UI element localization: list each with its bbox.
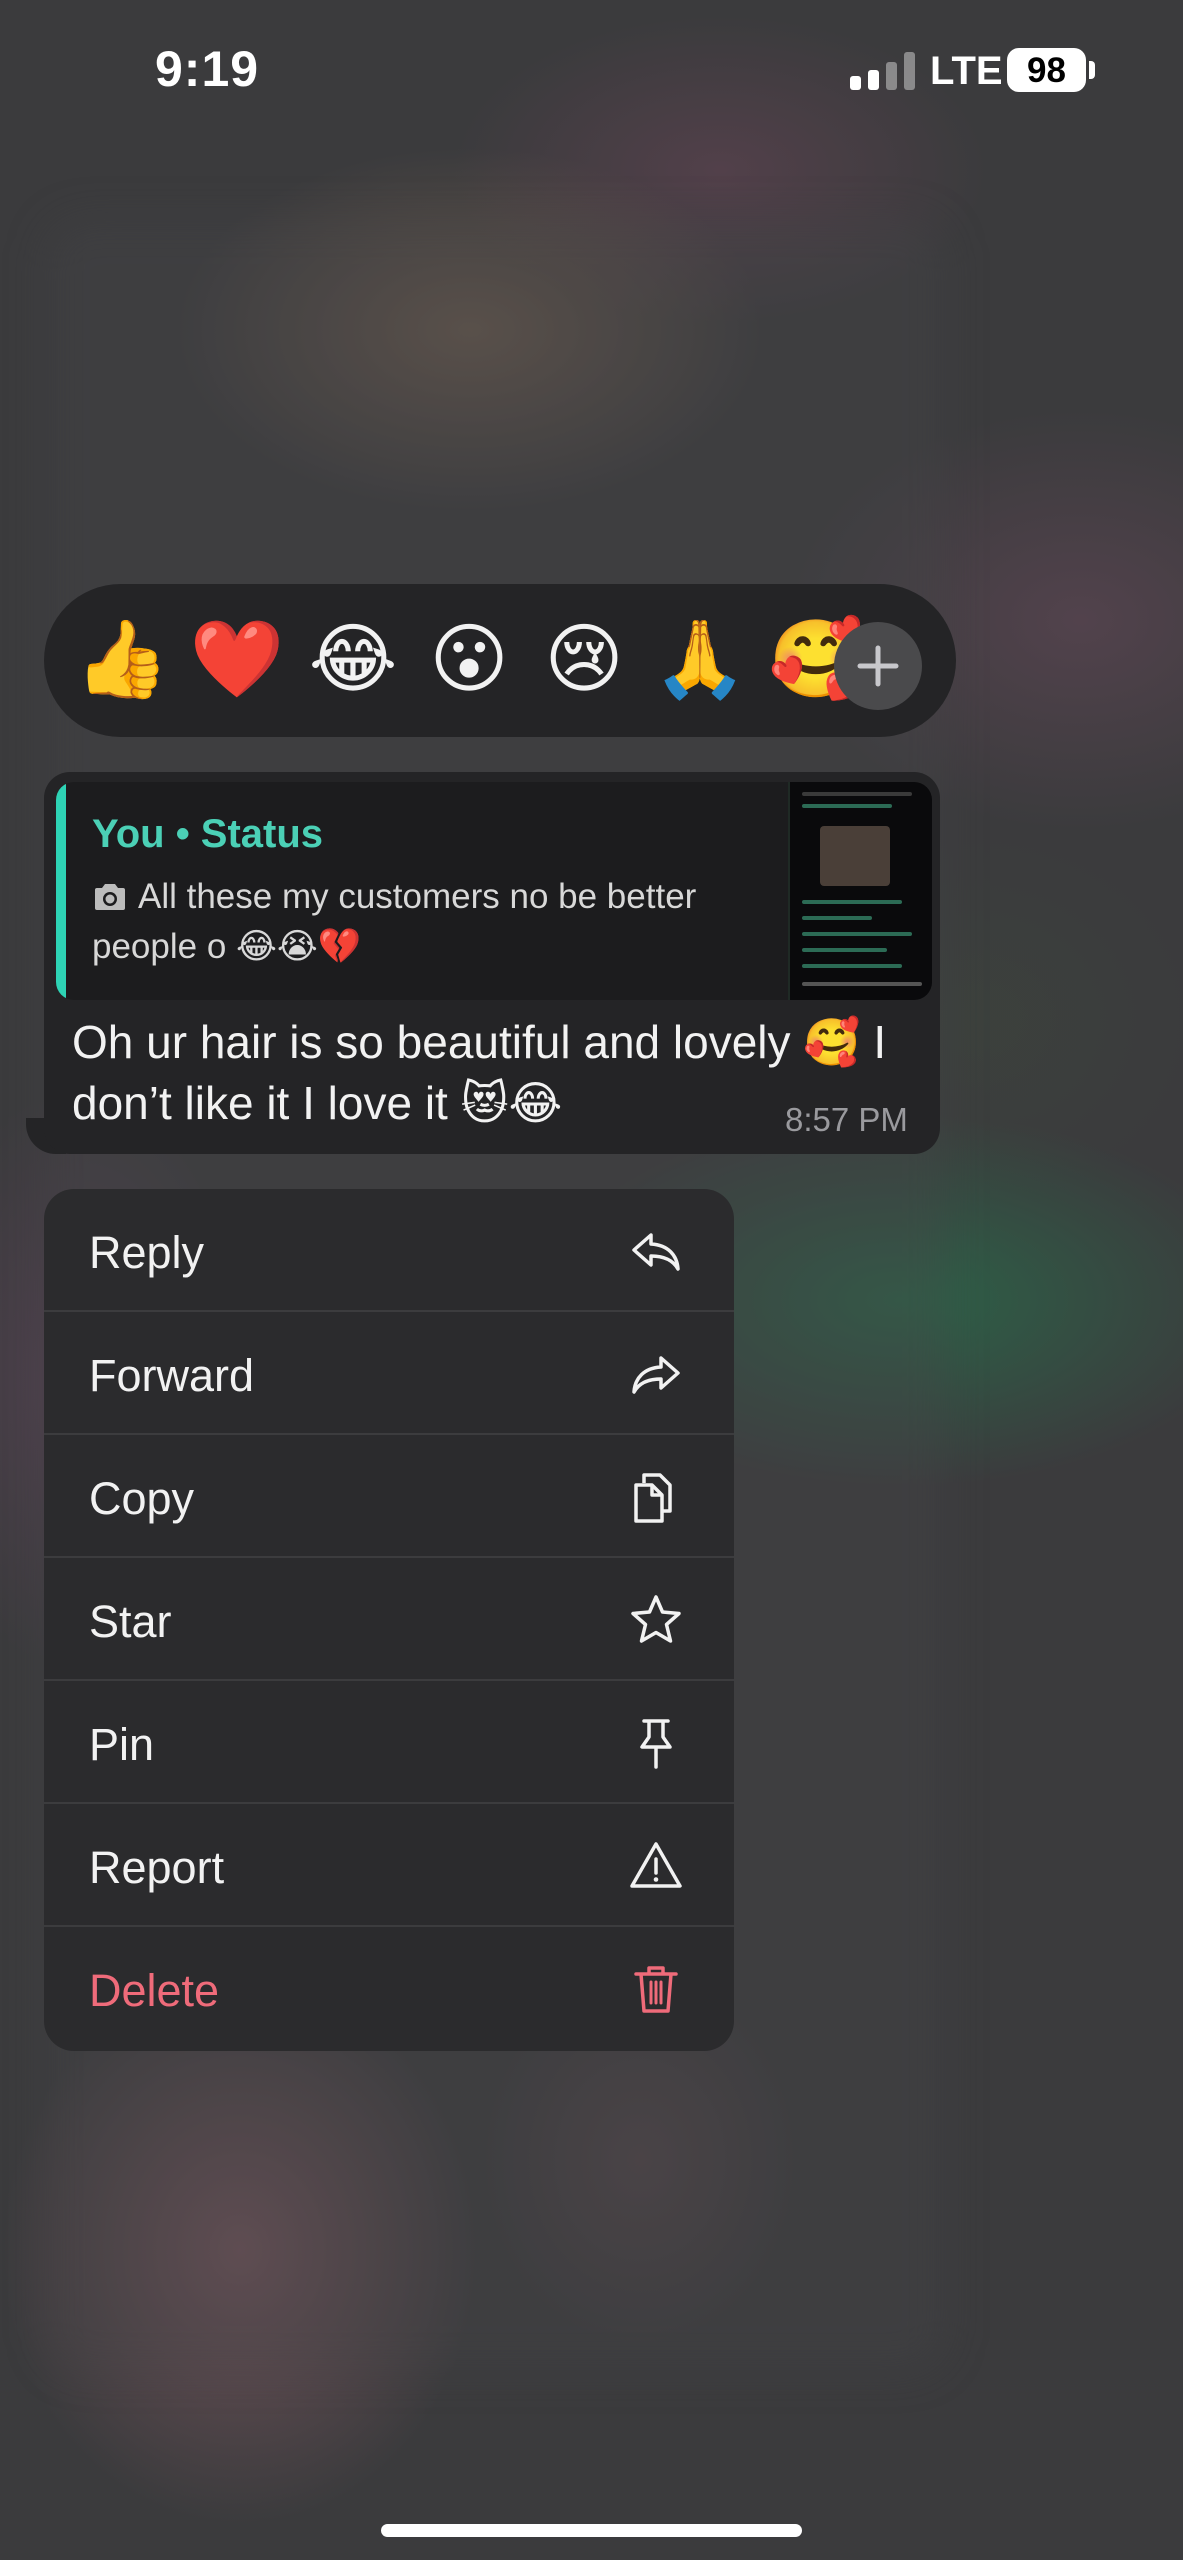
star-icon: [631, 1595, 681, 1643]
reaction-heart[interactable]: ❤️: [187, 610, 287, 710]
quoted-status[interactable]: You • Status All these my customers no b…: [56, 782, 932, 1000]
pin-icon: [640, 1719, 672, 1769]
context-menu: Reply Forward Copy Star Pin Report Delet…: [44, 1189, 734, 2051]
menu-item-label: Star: [89, 1596, 172, 1647]
camera-icon: [95, 884, 125, 910]
status-bar: 9:19 LTE 98: [0, 0, 1183, 140]
menu-item-delete[interactable]: Delete: [44, 1927, 734, 2050]
quote-text: All these my customers no be better peop…: [92, 877, 697, 966]
menu-item-label: Delete: [89, 1965, 220, 2016]
status-time: 9:19: [155, 41, 260, 97]
menu-item-report[interactable]: Report: [44, 1804, 734, 1927]
quote-accent-bar: [56, 782, 66, 1000]
trash-icon: [634, 1966, 678, 2013]
quote-author: You • Status: [92, 812, 324, 856]
menu-item-label: Reply: [89, 1227, 205, 1278]
reaction-thumbs-up[interactable]: 👍: [72, 610, 172, 710]
network-type: LTE: [930, 49, 1003, 93]
forward-icon: [632, 1356, 680, 1394]
menu-item-label: Report: [89, 1842, 225, 1893]
reaction-laughing[interactable]: 😂: [303, 610, 403, 710]
reply-icon: [632, 1233, 680, 1271]
reaction-surprised[interactable]: 😮: [419, 610, 519, 710]
battery-level: 98: [1027, 51, 1066, 90]
battery-tip: [1089, 61, 1095, 79]
reaction-bar: 👍 ❤️ 😂 😮 😢 🙏 🥰: [44, 584, 956, 737]
menu-item-reply[interactable]: Reply: [44, 1189, 734, 1312]
menu-item-star[interactable]: Star: [44, 1558, 734, 1681]
copy-icon: [634, 1473, 672, 1523]
menu-item-label: Copy: [89, 1473, 195, 1524]
status-thumbnail: [788, 782, 932, 1000]
reaction-crying[interactable]: 😢: [534, 610, 634, 710]
reaction-pray[interactable]: 🙏: [650, 610, 750, 710]
menu-item-forward[interactable]: Forward: [44, 1312, 734, 1435]
menu-item-label: Pin: [89, 1719, 155, 1770]
home-indicator[interactable]: [381, 2524, 802, 2537]
message-timestamp: 8:57 PM: [785, 1101, 908, 1138]
cellular-signal-icon: [850, 52, 916, 90]
battery-icon: 98: [1007, 48, 1086, 92]
warning-icon: [630, 1842, 682, 1888]
plus-icon: [857, 645, 899, 687]
menu-item-copy[interactable]: Copy: [44, 1435, 734, 1558]
quote-text-block: All these my customers no be better peop…: [92, 872, 792, 972]
menu-item-label: Forward: [89, 1350, 255, 1401]
menu-item-pin[interactable]: Pin: [44, 1681, 734, 1804]
add-reaction-button[interactable]: [834, 622, 922, 710]
